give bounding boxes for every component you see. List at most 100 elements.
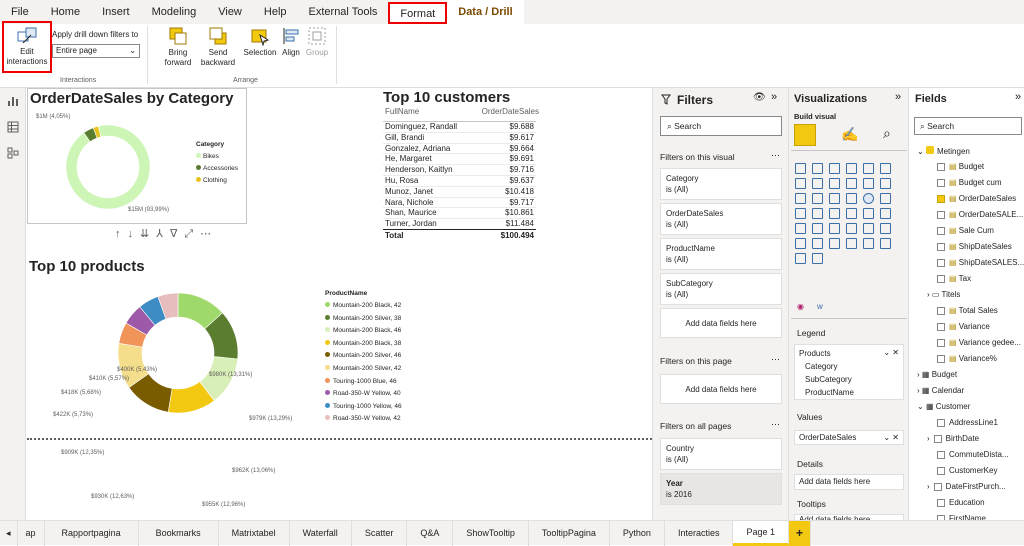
shape-map-icon[interactable] [829, 208, 840, 219]
paginated-icon[interactable] [863, 238, 874, 249]
page-tab[interactable]: Interacties [665, 520, 734, 546]
decomp-tree-icon[interactable] [812, 238, 823, 249]
tab-help[interactable]: Help [253, 0, 298, 24]
legend-well[interactable]: Products Category SubCategory ProductNam… [794, 344, 904, 400]
legend-item[interactable]: Mountain-200 Black, 46 [325, 325, 402, 338]
tab-data-drill[interactable]: Data / Drill [447, 0, 524, 24]
format-visual-tab-icon[interactable]: ✍ [841, 126, 858, 143]
gauge-icon[interactable] [846, 208, 857, 219]
field-item[interactable]: ▤ OrderDateSALE... [937, 210, 1023, 219]
qa-icon[interactable] [829, 238, 840, 249]
field-checkbox[interactable] [937, 226, 945, 235]
close-icon[interactable]: ⌄ ✕ [883, 433, 899, 442]
field-item[interactable]: ▤ OrderDateSales [937, 194, 1016, 203]
page-tab[interactable]: Bookmarks [139, 520, 219, 546]
field-item[interactable]: ▤ Tax [937, 274, 971, 283]
power-automate-icon[interactable] [795, 253, 806, 264]
table-row[interactable]: Shan, Maurice $10.861 [383, 208, 536, 220]
arcgis-icon[interactable] [812, 253, 823, 264]
field-checkbox[interactable] [937, 450, 945, 459]
page-tab[interactable]: ShowTooltip [453, 520, 529, 546]
line-chart-icon[interactable] [795, 178, 806, 189]
page-tab[interactable]: Waterfall [290, 520, 352, 546]
field-checkbox[interactable] [937, 210, 945, 219]
send-backward-button[interactable]: Send backward [196, 26, 240, 68]
filled-map-icon[interactable] [812, 208, 823, 219]
table-row[interactable]: Dominguez, Randall $9.688 [383, 122, 536, 133]
report-view-icon[interactable] [7, 95, 19, 107]
field-table[interactable]: › ▦ Budget [917, 370, 957, 379]
table-row[interactable]: Nara, Nichole $9.717 [383, 198, 536, 209]
funnel-icon[interactable] [812, 193, 823, 204]
legend-item[interactable]: Mountain-200 Silver, 42 [325, 363, 402, 376]
align-button[interactable]: Align [278, 26, 304, 58]
legend-item[interactable]: Clothing [196, 175, 238, 187]
treemap-icon[interactable] [880, 193, 891, 204]
field-checkbox[interactable] [937, 354, 945, 363]
field-checkbox[interactable] [937, 306, 945, 315]
field-checkbox[interactable] [937, 498, 945, 507]
page-tab[interactable]: Python [610, 520, 665, 546]
more-visuals-icon[interactable]: w [817, 302, 823, 311]
selection-button[interactable]: Selection [242, 26, 278, 58]
page-tab[interactable]: Matrixtabel [219, 520, 290, 546]
tab-external-tools[interactable]: External Tools [298, 0, 389, 24]
legend-item[interactable]: Road-350-W Yellow, 42 [325, 413, 402, 426]
slicer-icon[interactable] [812, 223, 823, 234]
drill-down-icon[interactable]: ↓ [128, 228, 141, 240]
category-donut-visual[interactable]: OrderDateSales by Category $1M (4,05%) $… [27, 88, 247, 224]
table-row[interactable]: Hu, Rosa $9.637 [383, 176, 536, 187]
field-folder-titels[interactable]: › ▭ Titels [927, 290, 960, 299]
page-tab[interactable]: TooltipPagina [529, 520, 610, 546]
power-apps-icon[interactable] [880, 238, 891, 249]
map-icon[interactable] [795, 208, 806, 219]
field-item[interactable]: ▤ Budget [937, 162, 984, 171]
table-row[interactable]: Henderson, Kaitlyn $9.716 [383, 165, 536, 176]
field-checkbox[interactable] [937, 322, 945, 331]
field-checkbox[interactable] [937, 418, 945, 427]
field-item[interactable]: ▤ ShipDateSales [937, 242, 1012, 251]
filter-card-orderdatesales[interactable]: OrderDateSales is (All) [660, 203, 782, 235]
clustered-column-icon[interactable] [846, 163, 857, 174]
values-well[interactable]: OrderDateSales ⌄ ✕ [794, 430, 904, 445]
add-fields-visual[interactable]: Add data fields here [660, 308, 782, 338]
donut-slice[interactable] [65, 124, 151, 210]
ribbon-chart-icon[interactable] [880, 178, 891, 189]
legend-item[interactable]: Mountain-200 Silver, 38 [325, 313, 402, 326]
tab-insert[interactable]: Insert [91, 0, 141, 24]
add-fields-page[interactable]: Add data fields here [660, 374, 782, 404]
field-checkbox[interactable] [933, 434, 942, 443]
more-options-icon[interactable]: ⋯ [771, 150, 780, 161]
analytics-tab-icon[interactable]: ⌕ [883, 125, 891, 142]
key-influencers-icon[interactable] [795, 238, 806, 249]
narrative-icon[interactable] [846, 238, 857, 249]
page-tab[interactable]: Q&A [407, 520, 454, 546]
clustered-bar-icon[interactable] [829, 163, 840, 174]
py-visual-icon[interactable] [880, 223, 891, 234]
field-table[interactable]: ⌄ ▦ Customer [917, 402, 970, 411]
field-item[interactable]: › DateFirstPurch... [927, 482, 1006, 491]
field-checkbox[interactable] [937, 274, 945, 283]
field-checkbox[interactable] [937, 194, 945, 203]
group-button[interactable]: Group [304, 26, 330, 58]
filter-icon[interactable]: ∇ [170, 228, 184, 240]
tab-modeling[interactable]: Modeling [141, 0, 208, 24]
more-options-icon[interactable]: ⋯ [771, 354, 780, 365]
build-visual-tab-icon[interactable] [794, 124, 816, 146]
page-tab[interactable]: Scatter [352, 520, 408, 546]
scatter-icon[interactable] [829, 193, 840, 204]
field-item[interactable]: ▤ Variance% [937, 354, 997, 363]
line-clustered-icon[interactable] [863, 178, 874, 189]
collapse-icon[interactable]: » [1015, 91, 1021, 103]
field-checkbox[interactable] [937, 338, 945, 347]
scroll-left-icon[interactable]: ◂ [0, 520, 18, 546]
page-tab[interactable]: Page 1 [733, 520, 790, 546]
field-item[interactable]: ▤ Total Sales [937, 306, 998, 315]
legend-item[interactable]: Road-350-W Yellow, 40 [325, 388, 402, 401]
field-item[interactable]: Education [937, 498, 985, 507]
field-item[interactable]: CommuteDista... [937, 450, 1009, 459]
table-icon[interactable] [829, 223, 840, 234]
field-checkbox[interactable] [937, 178, 945, 187]
legend-item[interactable]: Touring-1000 Yellow, 46 [325, 401, 402, 414]
table-view-icon[interactable] [7, 121, 19, 133]
